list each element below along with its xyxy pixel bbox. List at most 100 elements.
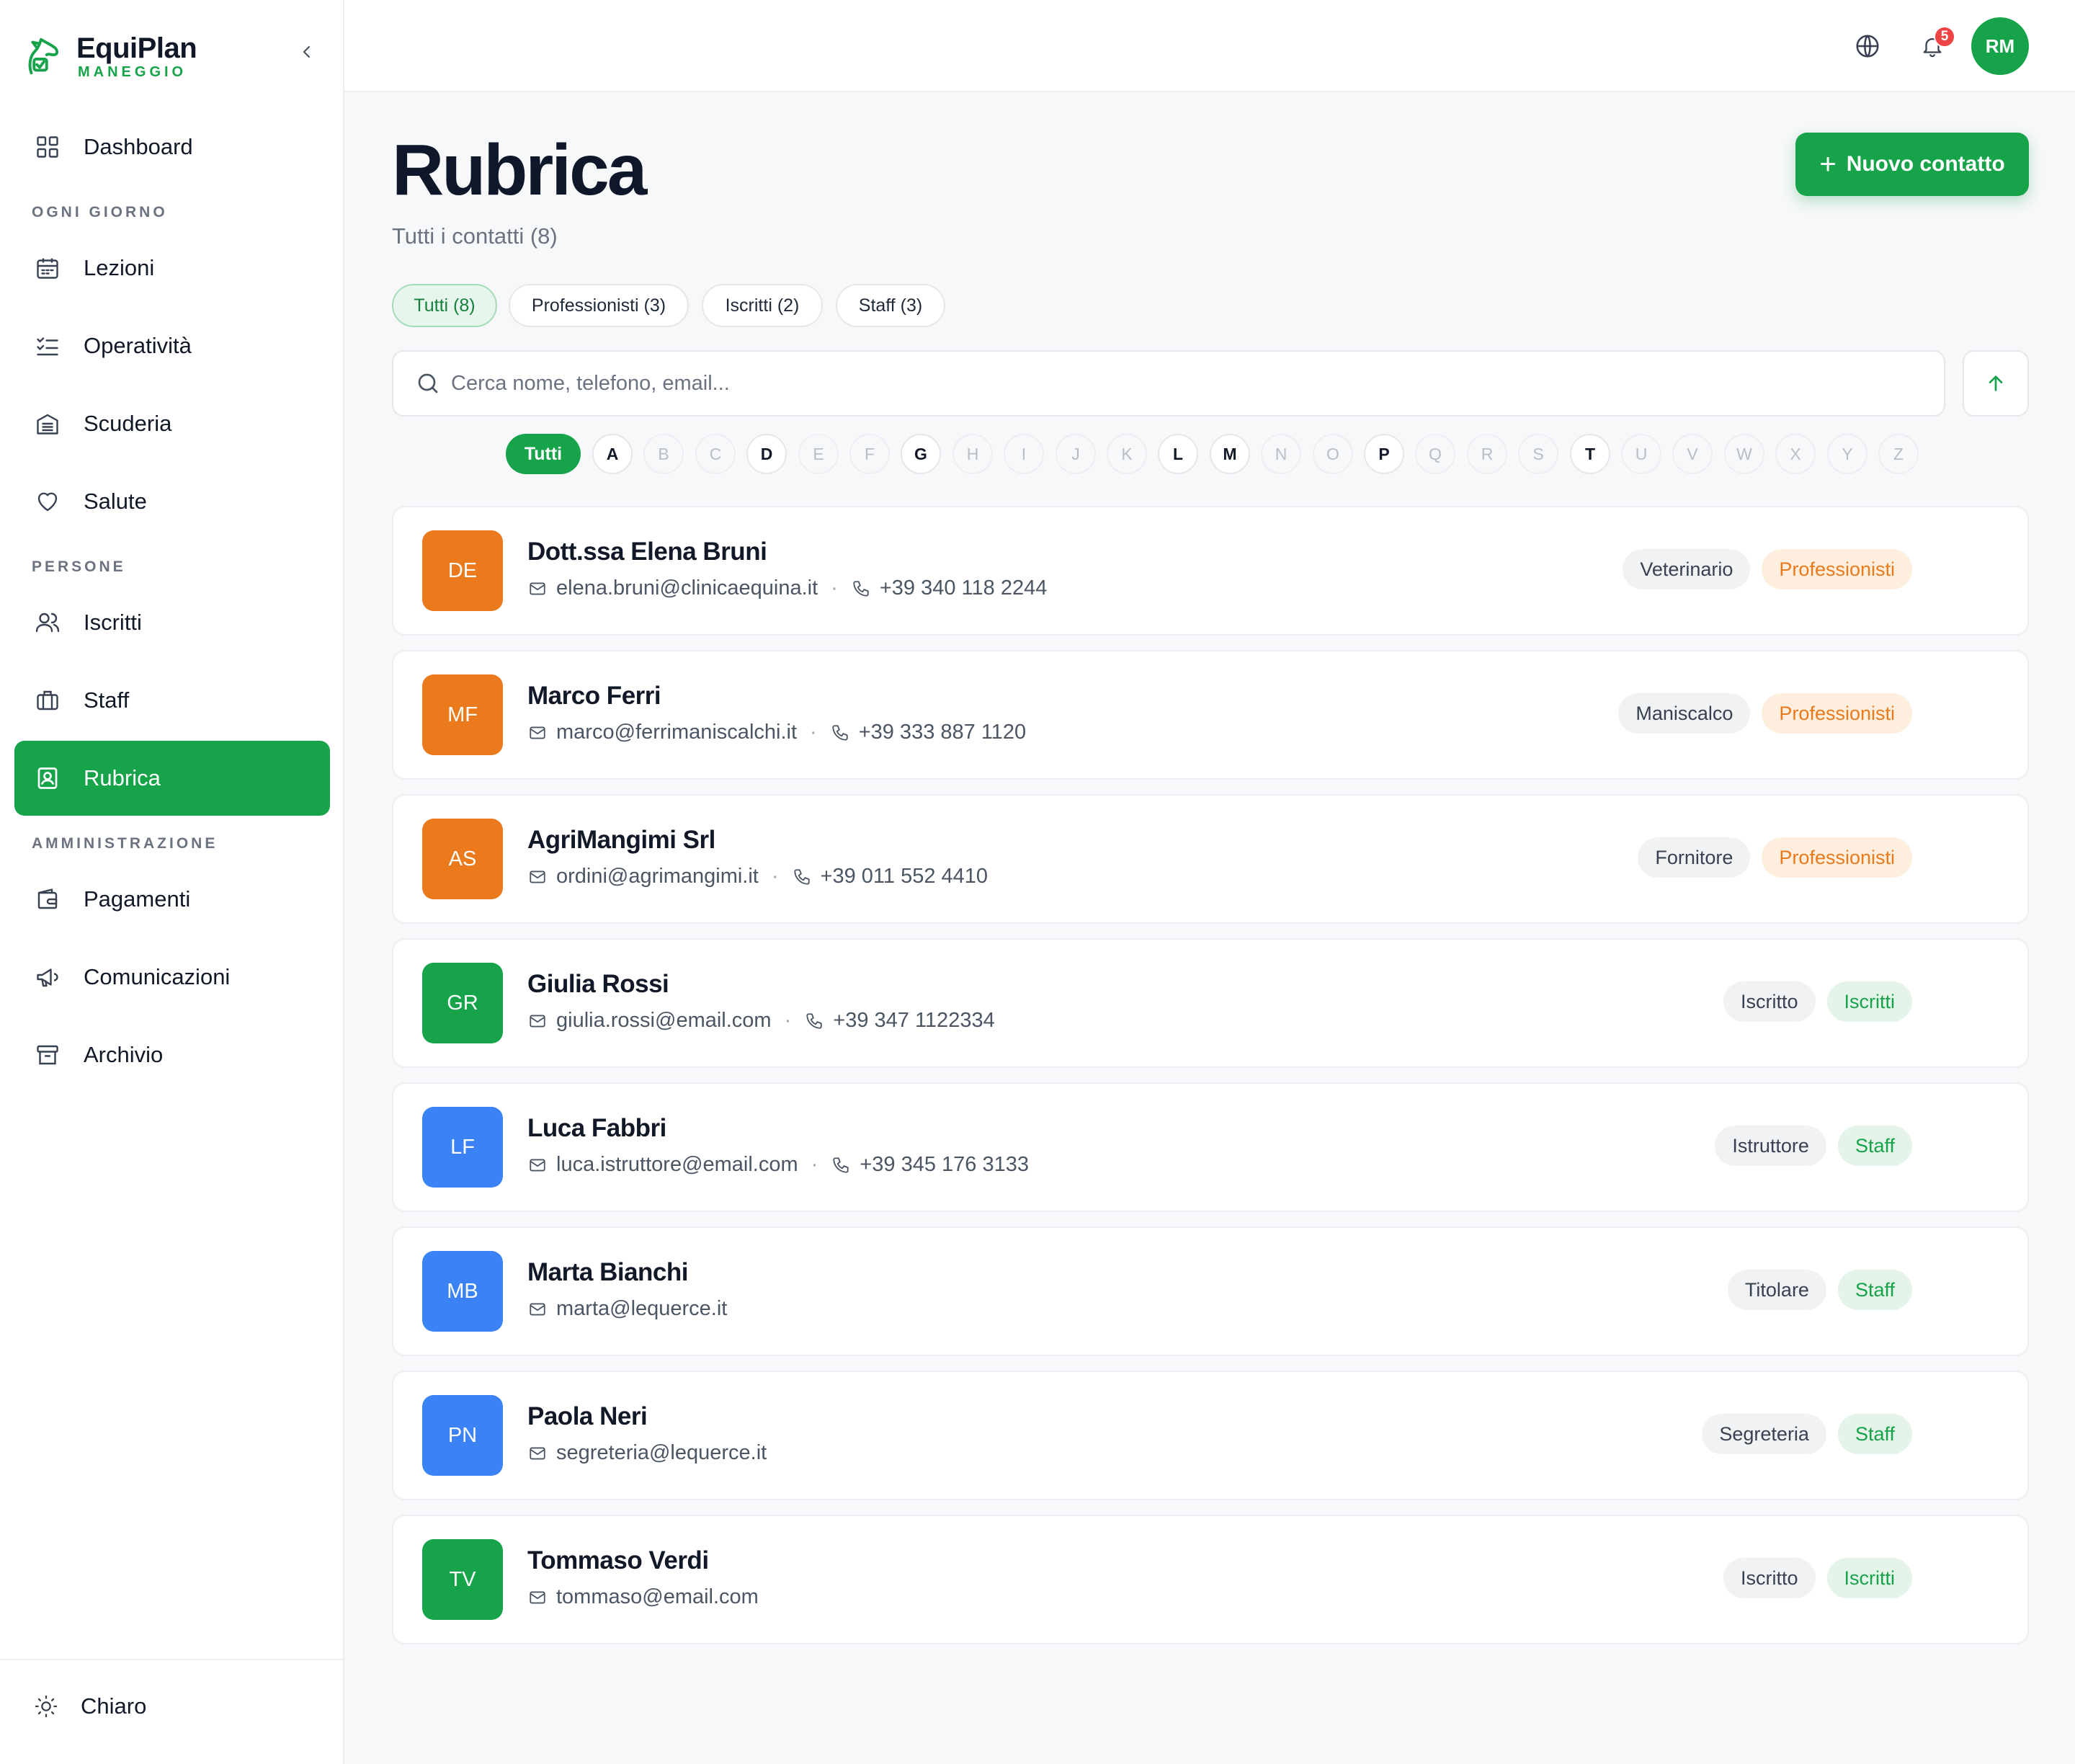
sidebar-item-label: Operatività — [84, 333, 192, 358]
sidebar-item-label: Iscritti — [84, 610, 142, 635]
contact-name: AgriMangimi Srl — [527, 826, 715, 854]
alpha-letter-l[interactable]: L — [1158, 434, 1198, 474]
contact-meta: ordini@agrimangimi.it · +39 011 552 4410 — [527, 865, 988, 888]
new-contact-label: Nuovo contatto — [1846, 152, 2005, 176]
sidebar-item-staff[interactable]: Staff — [14, 663, 330, 738]
contact-avatar: PN — [422, 1395, 503, 1476]
alpha-letter-n: N — [1261, 434, 1301, 474]
contact-tags: Iscritto Iscritti — [1712, 1558, 1912, 1598]
alphabet-filter: Tutti ABCDEFGHIJKLMNOPQRSTUVWXYZ — [0, 434, 2075, 474]
sort-button[interactable] — [1963, 350, 2029, 416]
sidebar-item-dashboard[interactable]: Dashboard — [14, 110, 330, 184]
theme-label: Chiaro — [81, 1693, 147, 1719]
contact-card[interactable]: LF Luca Fabbri luca.istruttore@email.com · +… — [392, 1082, 2029, 1212]
mail-icon — [527, 1155, 548, 1175]
alpha-letter-d[interactable]: D — [746, 434, 787, 474]
contact-card[interactable]: AS AgriMangimi Srl ordini@agrimangimi.it · +… — [392, 794, 2029, 924]
contact-phone[interactable]: +39 333 887 1120 — [859, 721, 1027, 744]
contact-name: Luca Fabbri — [527, 1114, 666, 1142]
alpha-letter-a[interactable]: A — [592, 434, 633, 474]
theme-toggle[interactable]: Chiaro — [32, 1692, 146, 1721]
category-badge: Professionisti — [1762, 693, 1912, 734]
contact-email[interactable]: marco@ferrimaniscalchi.it — [556, 721, 797, 744]
brand[interactable]: EquiPlan MANEGGIO — [19, 27, 197, 85]
alpha-letter-t[interactable]: T — [1570, 434, 1610, 474]
contact-tags: Segreteria Staff — [1690, 1414, 1912, 1454]
contact-email[interactable]: ordini@agrimangimi.it — [556, 865, 759, 888]
search-input[interactable] — [451, 371, 1892, 396]
page-subtitle: Tutti i contatti (8) — [392, 223, 558, 249]
sidebar-item-salute[interactable]: Salute — [14, 464, 330, 539]
alpha-letter-f: F — [849, 434, 890, 474]
notifications-button[interactable]: 5 — [1915, 26, 1955, 63]
contact-email[interactable]: tommaso@email.com — [556, 1585, 759, 1609]
alpha-letter-z: Z — [1878, 434, 1919, 474]
category-badge: Staff — [1837, 1414, 1912, 1454]
alpha-letter-i: I — [1004, 434, 1044, 474]
role-badge: Veterinario — [1623, 549, 1751, 589]
contact-avatar: GR — [422, 963, 503, 1043]
contact-phone[interactable]: +39 340 118 2244 — [880, 576, 1048, 600]
briefcase-icon — [33, 686, 62, 715]
sidebar-item-label: Lezioni — [84, 255, 155, 280]
sidebar-item-label: Staff — [84, 687, 130, 713]
language-button[interactable] — [1850, 29, 1885, 63]
alpha-letter-b: B — [643, 434, 684, 474]
contact-tags: Fornitore Professionisti — [1626, 837, 1912, 878]
phone-icon — [830, 723, 850, 743]
contact-tags: Iscritto Iscritti — [1712, 981, 1912, 1022]
contact-card[interactable]: PN Paola Neri segreteria@lequerce.it Segret… — [392, 1371, 2029, 1500]
alpha-letter-u: U — [1621, 434, 1661, 474]
contact-card[interactable]: TV Tommaso Verdi tommaso@email.com Iscritto… — [392, 1515, 2029, 1644]
alpha-all-button[interactable]: Tutti — [506, 434, 581, 474]
sidebar-item-iscritti[interactable]: Iscritti — [14, 585, 330, 660]
new-contact-button[interactable]: + Nuovo contatto — [1795, 133, 2029, 196]
category-badge: Professionisti — [1762, 837, 1912, 878]
sidebar-item-label: Scuderia — [84, 411, 172, 436]
contact-email[interactable]: luca.istruttore@email.com — [556, 1153, 798, 1177]
filter-chip-staff[interactable]: Staff (3) — [836, 284, 945, 327]
contact-email[interactable]: giulia.rossi@email.com — [556, 1009, 772, 1033]
filter-chip-iscritti[interactable]: Iscritti (2) — [702, 284, 823, 327]
category-badge: Professionisti — [1762, 549, 1912, 589]
contact-card[interactable]: GR Giulia Rossi giulia.rossi@email.com · +39… — [392, 938, 2029, 1068]
user-avatar[interactable]: RM — [1971, 17, 2029, 75]
sidebar-item-archivio[interactable]: Archivio — [14, 1017, 330, 1092]
separator-dot: · — [771, 865, 779, 888]
contact-email[interactable]: elena.bruni@clinicaequina.it — [556, 576, 818, 600]
sidebar-item-rubrica[interactable]: Rubrica — [14, 741, 330, 816]
notification-count-badge: 5 — [1934, 26, 1955, 48]
sidebar-item-comunicazioni[interactable]: Comunicazioni — [14, 940, 330, 1015]
mail-icon — [527, 867, 548, 887]
sidebar-item-label: Dashboard — [84, 134, 193, 159]
mail-icon — [527, 1587, 548, 1608]
contact-card[interactable]: MF Marco Ferri marco@ferrimaniscalchi.it · +… — [392, 650, 2029, 780]
sidebar-item-pagamenti[interactable]: Pagamenti — [14, 862, 330, 937]
contact-card[interactable]: MB Marta Bianchi marta@lequerce.it Titolare… — [392, 1226, 2029, 1356]
filter-chip-professionisti[interactable]: Professionisti (3) — [509, 284, 689, 327]
users-icon — [33, 608, 62, 637]
alpha-letter-w: W — [1724, 434, 1764, 474]
sidebar-item-operativita[interactable]: Operatività — [14, 308, 330, 383]
contact-email[interactable]: segreteria@lequerce.it — [556, 1441, 767, 1465]
arrow-up-icon — [1989, 375, 2003, 391]
plus-icon: + — [1819, 148, 1837, 180]
contact-meta: marta@lequerce.it — [527, 1297, 727, 1321]
contact-phone[interactable]: +39 345 176 3133 — [860, 1153, 1029, 1177]
alpha-letter-g[interactable]: G — [901, 434, 941, 474]
contact-tags: Istruttore Staff — [1703, 1126, 1912, 1166]
sidebar-item-lezioni[interactable]: Lezioni — [14, 231, 330, 306]
contact-email[interactable]: marta@lequerce.it — [556, 1297, 727, 1321]
contact-meta: elena.bruni@clinicaequina.it · +39 340 118… — [527, 576, 1047, 600]
topbar: 5 RM — [344, 0, 2075, 92]
contact-phone[interactable]: +39 011 552 4410 — [821, 865, 989, 888]
alpha-letter-p[interactable]: P — [1364, 434, 1404, 474]
collapse-sidebar-button[interactable] — [293, 37, 321, 66]
alpha-letter-m[interactable]: M — [1210, 434, 1250, 474]
filter-chip-all[interactable]: Tutti (8) — [392, 284, 497, 327]
contact-phone[interactable]: +39 347 1122334 — [833, 1009, 994, 1033]
sidebar-item-label: Salute — [84, 489, 147, 514]
contact-card[interactable]: DE Dott.ssa Elena Bruni elena.bruni@clinic… — [392, 506, 2029, 636]
contact-name: Giulia Rossi — [527, 970, 669, 998]
sidebar-item-label: Archivio — [84, 1042, 164, 1067]
